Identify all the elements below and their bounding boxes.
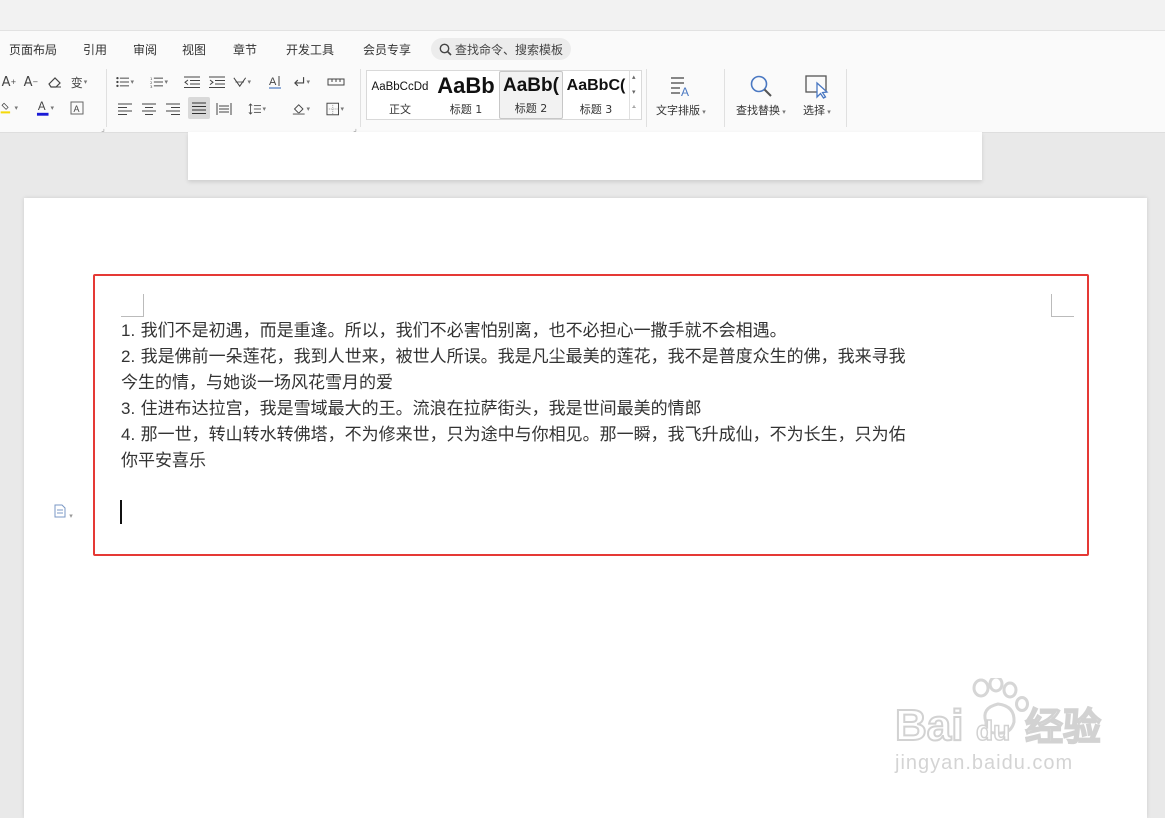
paragraph-layout-icon[interactable]: ▾ [54,504,73,521]
search-icon [439,43,452,56]
chevron-down-icon[interactable]: ▾ [632,88,636,96]
svg-text:A: A [74,104,80,114]
phonetic-guide-icon[interactable]: 变 ▾ [70,73,88,91]
bullet-list-icon[interactable]: ▾ [116,73,134,91]
svg-text:Bai: Bai [895,701,963,748]
tab-ruler-icon[interactable] [325,73,347,91]
tab-review[interactable]: 审阅 [133,41,157,58]
chevron-up-icon[interactable]: ▴ [632,73,636,81]
distributed-align-icon[interactable] [215,100,233,118]
style-heading-3[interactable]: AaBbC( 标题 3 [564,71,628,119]
tab-member[interactable]: 会员专享 [363,41,411,58]
tab-references[interactable]: 引用 [83,41,107,58]
align-right-icon[interactable] [164,100,182,118]
ribbon-separator [646,69,647,127]
svg-text:A: A [269,76,277,88]
shrink-font-icon[interactable]: A − [22,73,40,91]
highlight-color-icon[interactable]: ▾ [0,99,18,117]
title-bar [0,0,1165,31]
text-layout-button[interactable]: A 文字排版 ▾ [656,72,706,118]
highlight-box [93,274,1089,556]
search-placeholder: 查找命令、搜索模板 [455,42,564,57]
font-color-icon[interactable]: A ▾ [36,99,54,117]
command-search-box[interactable]: 查找命令、搜索模板 [431,38,571,60]
font-dialog-launcher-icon[interactable]: ⌟ [94,119,112,137]
tab-chapter[interactable]: 章节 [233,41,257,58]
text-layout-icon: A [668,72,694,100]
tab-dev-tools[interactable]: 开发工具 [286,41,334,58]
eraser-icon[interactable] [46,73,64,91]
chinese-layout-icon[interactable]: ▾ [233,73,251,91]
justify-icon[interactable] [188,97,210,119]
ribbon-separator [106,69,107,127]
align-center-icon[interactable] [140,100,158,118]
show-marks-icon[interactable]: ▾ [292,73,310,91]
style-gallery-scroller[interactable]: ▴ ▾ ⩡ [629,71,641,119]
borders-icon[interactable]: ▾ [326,100,344,118]
char-border-icon[interactable]: A [68,99,86,117]
numbered-list-icon[interactable]: 1 2 3 ▾ [150,73,168,91]
decrease-indent-icon[interactable] [183,73,201,91]
shading-icon[interactable]: ▾ [292,100,310,118]
text-direction-icon[interactable]: A [266,73,284,91]
magnifier-icon [748,72,774,100]
style-normal[interactable]: AaBbCcDd 正文 [368,71,432,119]
style-gallery: AaBbCcDd 正文 AaBb 标题 1 AaBb( 标题 2 AaBbC( … [366,70,642,120]
style-heading-1[interactable]: AaBb 标题 1 [434,71,498,119]
grow-font-icon[interactable]: A + [0,73,18,91]
line-spacing-icon[interactable]: ▾ [248,100,266,118]
svg-text:3: 3 [150,84,153,88]
svg-text:A: A [681,85,689,99]
style-heading-2[interactable]: AaBb( 标题 2 [499,71,563,119]
select-button[interactable]: 选择 ▾ [803,72,831,118]
svg-text:A: A [38,101,46,113]
watermark-url: jingyan.baidu.com [895,752,1074,774]
select-cursor-icon [804,72,830,100]
align-left-icon[interactable] [116,100,134,118]
menu-tab-bar: 页面布局 引用 审阅 视图 章节 开发工具 会员专享 [0,31,1165,65]
ribbon-separator [360,69,361,127]
ribbon-separator [846,69,847,127]
svg-text:du: du [976,715,1010,746]
ribbon-separator [724,69,725,127]
find-replace-button[interactable]: 查找替换 ▾ [736,72,786,118]
tab-page-layout[interactable]: 页面布局 [9,41,57,58]
tab-view[interactable]: 视图 [182,41,206,58]
svg-text:经验: 经验 [1025,705,1101,748]
previous-page [188,132,982,180]
increase-indent-icon[interactable] [208,73,226,91]
gallery-expand-icon[interactable]: ⩡ [632,103,636,112]
